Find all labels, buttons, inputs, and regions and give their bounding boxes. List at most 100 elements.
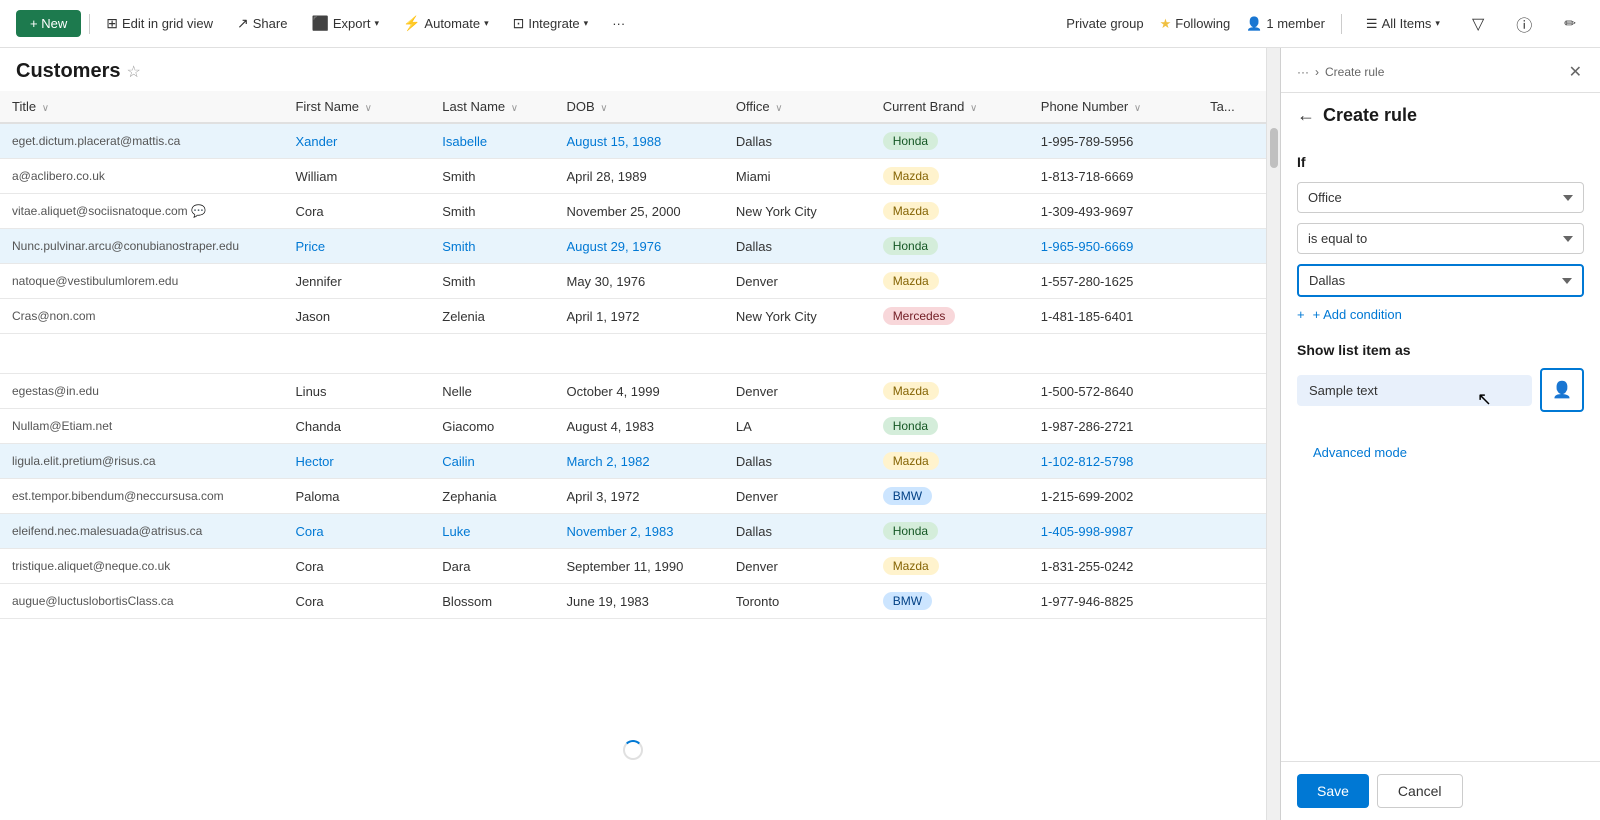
cell-first-name: Paloma — [283, 479, 430, 514]
cell-phone: 1-557-280-1625 — [1029, 264, 1198, 299]
cell-dob[interactable]: November 2, 1983 — [554, 514, 723, 549]
brand-badge: BMW — [883, 592, 932, 610]
cancel-button[interactable]: Cancel — [1377, 774, 1463, 808]
pencil-icon: ✏ — [1564, 15, 1576, 32]
filter-button[interactable]: ▽ — [1464, 10, 1492, 38]
info-button[interactable]: ⓘ — [1508, 8, 1540, 40]
cell-brand: Mazda — [871, 549, 1029, 584]
cell-phone[interactable]: 1-965-950-6669 — [1029, 229, 1198, 264]
table-row[interactable]: eleifend.nec.malesuada@atrisus.caCoraLuk… — [0, 514, 1266, 549]
cell-title: eget.dictum.placerat@mattis.ca — [0, 123, 283, 159]
show-list-section: Show list item as Sample text 👤 — [1297, 342, 1584, 412]
main-area: Customers ☆ Title ∨ First Name ∨ Last Na… — [0, 48, 1600, 820]
cell-phone[interactable]: 1-102-812-5798 — [1029, 444, 1198, 479]
table-row[interactable]: vitae.aliquet@sociisnatoque.com 💬CoraSmi… — [0, 194, 1266, 229]
table-row[interactable]: augue@luctuslobortisClass.caCoraBlossomJ… — [0, 584, 1266, 619]
cell-extra — [1198, 444, 1266, 479]
advanced-mode-link[interactable]: Advanced mode — [1297, 433, 1423, 472]
export-icon: ⬛ — [311, 15, 328, 32]
table-row[interactable]: Nunc.pulvinar.arcu@conubianostraper.eduP… — [0, 229, 1266, 264]
edit-grid-button[interactable]: ⊞ Edit in grid view — [98, 11, 221, 36]
cell-phone: 1-481-185-6401 — [1029, 299, 1198, 334]
integrate-icon: ⊡ — [513, 15, 525, 32]
scrollbar-area[interactable] — [1266, 48, 1280, 820]
panel-close-button[interactable]: ✕ — [1567, 60, 1584, 84]
cell-last-name[interactable]: Cailin — [430, 444, 554, 479]
brand-badge: Mazda — [883, 382, 939, 400]
export-button[interactable]: ⬛ Export ▾ — [303, 11, 387, 36]
cell-title: Nunc.pulvinar.arcu@conubianostraper.edu — [0, 229, 283, 264]
share-button[interactable]: ↗ Share — [229, 11, 295, 36]
table-cell — [871, 334, 1029, 374]
add-condition-button[interactable]: + + Add condition — [1297, 307, 1584, 322]
all-items-button[interactable]: ☰ All Items ▾ — [1358, 12, 1448, 36]
automate-label: Automate — [424, 16, 480, 31]
cell-brand: Mazda — [871, 374, 1029, 409]
more-button[interactable]: ··· — [604, 12, 633, 35]
operator-select[interactable]: is equal to is not equal to contains doe… — [1297, 223, 1584, 254]
sample-text-box: Sample text — [1297, 375, 1532, 406]
cell-extra — [1198, 194, 1266, 229]
cell-office: New York City — [724, 299, 871, 334]
cell-extra — [1198, 514, 1266, 549]
new-button[interactable]: + New — [16, 10, 81, 37]
breadcrumb-text: Create rule — [1325, 65, 1384, 79]
table-row[interactable]: egestas@in.eduLinusNelleOctober 4, 1999D… — [0, 374, 1266, 409]
icon-selector-button[interactable]: 👤 — [1540, 368, 1584, 412]
value-select[interactable]: Dallas Miami New York City Denver LA Tor… — [1297, 264, 1584, 297]
cell-extra — [1198, 159, 1266, 194]
save-button[interactable]: Save — [1297, 774, 1369, 808]
col-phone: Phone Number ∨ — [1029, 91, 1198, 123]
cell-dob[interactable]: August 29, 1976 — [554, 229, 723, 264]
table-container[interactable]: Title ∨ First Name ∨ Last Name ∨ DOB ∨ O… — [0, 91, 1266, 820]
cell-phone: 1-995-789-5956 — [1029, 123, 1198, 159]
table-row[interactable]: ligula.elit.pretium@risus.caHectorCailin… — [0, 444, 1266, 479]
cell-extra — [1198, 549, 1266, 584]
cell-phone[interactable]: 1-405-998-9987 — [1029, 514, 1198, 549]
table-row[interactable]: a@aclibero.co.ukWilliamSmithApril 28, 19… — [0, 159, 1266, 194]
cell-last-name[interactable]: Luke — [430, 514, 554, 549]
table-row[interactable]: natoque@vestibulumlorem.eduJenniferSmith… — [0, 264, 1266, 299]
right-panel: ··· › Create rule ✕ ← Create rule If Tit… — [1280, 48, 1600, 820]
table-row[interactable]: Nullam@Etiam.netChandaGiacomoAugust 4, 1… — [0, 409, 1266, 444]
cell-dob[interactable]: March 2, 1982 — [554, 444, 723, 479]
cell-phone: 1-500-572-8640 — [1029, 374, 1198, 409]
member-section: 👤 1 member — [1246, 16, 1325, 32]
cell-dob: September 11, 1990 — [554, 549, 723, 584]
table-row[interactable]: tristique.aliquet@neque.co.ukCoraDaraSep… — [0, 549, 1266, 584]
table-row[interactable]: eget.dictum.placerat@mattis.caXanderIsab… — [0, 123, 1266, 159]
cell-brand: BMW — [871, 479, 1029, 514]
cell-last-name[interactable]: Isabelle — [430, 123, 554, 159]
brand-badge: Mazda — [883, 272, 939, 290]
advanced-mode-area: Advanced mode — [1297, 444, 1584, 462]
cell-extra — [1198, 264, 1266, 299]
favorite-icon[interactable]: ☆ — [126, 62, 140, 82]
table-row[interactable]: est.tempor.bibendum@neccursusa.comPaloma… — [0, 479, 1266, 514]
cell-extra — [1198, 123, 1266, 159]
firstname-sort-icon: ∨ — [365, 103, 372, 114]
brand-badge: Honda — [883, 132, 938, 150]
edit-view-button[interactable]: ✏ — [1556, 11, 1584, 36]
cell-dob: June 19, 1983 — [554, 584, 723, 619]
cell-extra — [1198, 409, 1266, 444]
cell-phone: 1-977-946-8825 — [1029, 584, 1198, 619]
cell-first-name[interactable]: Xander — [283, 123, 430, 159]
cell-last-name: Zelenia — [430, 299, 554, 334]
cell-dob[interactable]: August 15, 1988 — [554, 123, 723, 159]
following-section: ★ Following — [1160, 16, 1231, 32]
cell-brand: Honda — [871, 514, 1029, 549]
cell-dob: May 30, 1976 — [554, 264, 723, 299]
cell-office: Denver — [724, 264, 871, 299]
cell-first-name[interactable]: Price — [283, 229, 430, 264]
integrate-button[interactable]: ⊡ Integrate ▾ — [505, 11, 597, 36]
panel-title-area: ← Create rule — [1281, 93, 1600, 138]
table-row[interactable]: Cras@non.comJasonZeleniaApril 1, 1972New… — [0, 299, 1266, 334]
table-icon: ⊞ — [106, 15, 118, 32]
condition-field-select[interactable]: Title First Name Last Name DOB Office Cu… — [1297, 182, 1584, 213]
cell-last-name[interactable]: Smith — [430, 229, 554, 264]
cell-first-name[interactable]: Hector — [283, 444, 430, 479]
automate-button[interactable]: ⚡ Automate ▾ — [395, 11, 497, 36]
panel-back-button[interactable]: ← — [1297, 105, 1315, 126]
scrollbar-thumb[interactable] — [1270, 128, 1278, 168]
cell-first-name[interactable]: Cora — [283, 514, 430, 549]
